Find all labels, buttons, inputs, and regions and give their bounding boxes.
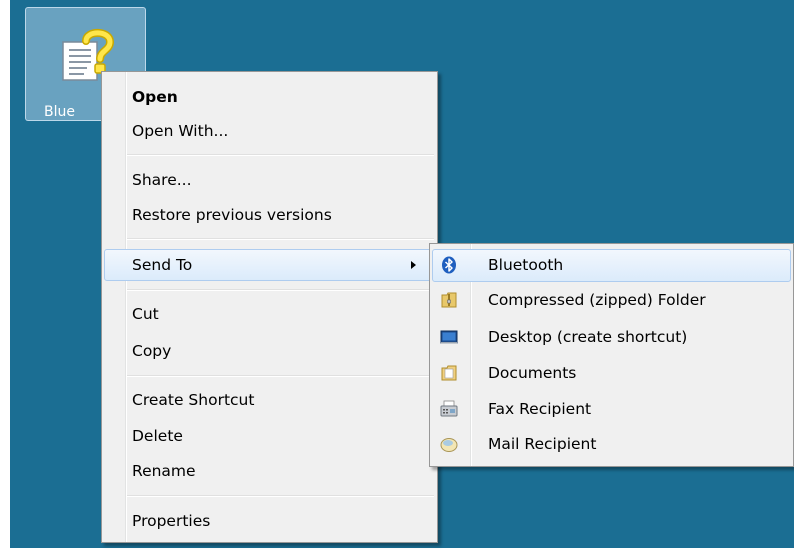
context-menu: Open Open With... Share... Restore previ… [101,71,438,543]
menu-item-delete[interactable]: Delete [104,420,435,452]
menu-separator [127,289,434,291]
menu-item-label: Copy [132,342,172,360]
menu-item-label: Create Shortcut [132,391,255,409]
submenu-item-label: Mail Recipient [488,435,597,453]
menu-item-label: Send To [132,256,193,274]
submenu-item-label: Desktop (create shortcut) [488,328,688,346]
menu-item-copy[interactable]: Copy [104,335,435,367]
menu-item-open-with[interactable]: Open With... [104,115,435,147]
menu-item-label: Rename [132,462,196,480]
menu-item-properties[interactable]: Properties [104,505,435,537]
menu-item-label: Open [132,88,178,106]
menu-item-create-shortcut[interactable]: Create Shortcut [104,384,435,416]
menu-item-share[interactable]: Share... [104,164,435,196]
documents-icon [441,365,457,381]
send-to-desktop-shortcut[interactable]: Desktop (create shortcut) [432,321,791,354]
send-to-documents[interactable]: Documents [432,357,791,390]
desktop-file-label: Blue [44,104,75,120]
menu-separator [127,375,434,377]
menu-separator [127,495,434,497]
menu-item-label: Cut [132,305,159,323]
fax-icon [440,400,458,417]
send-to-compressed-folder[interactable]: Compressed (zipped) Folder [432,284,791,317]
send-to-submenu: Bluetooth Compressed (zipped) Folder Des… [429,243,794,467]
submenu-item-label: Fax Recipient [488,400,592,418]
desktop-icon [440,330,458,344]
menu-item-send-to[interactable]: Send To [104,249,435,281]
submenu-item-label: Bluetooth [488,256,564,274]
bluetooth-icon [442,256,456,274]
menu-item-label: Open With... [132,122,229,140]
submenu-item-label: Compressed (zipped) Folder [488,291,706,309]
menu-item-open[interactable]: Open [104,81,435,113]
menu-item-label: Properties [132,512,211,530]
send-to-bluetooth[interactable]: Bluetooth [432,249,791,282]
menu-separator [127,238,434,240]
menu-item-label: Share... [132,171,192,189]
send-to-fax-recipient[interactable]: Fax Recipient [432,393,791,426]
menu-item-rename[interactable]: Rename [104,455,435,487]
menu-item-label: Restore previous versions [132,206,332,224]
zip-folder-icon [441,292,457,308]
submenu-item-label: Documents [488,364,577,382]
submenu-arrow-icon [411,261,416,269]
send-to-mail-recipient[interactable]: Mail Recipient [432,428,791,461]
menu-item-cut[interactable]: Cut [104,298,435,330]
mail-icon [440,438,458,452]
menu-separator [127,154,434,156]
menu-item-restore-previous-versions[interactable]: Restore previous versions [104,199,435,231]
menu-item-label: Delete [132,427,183,445]
